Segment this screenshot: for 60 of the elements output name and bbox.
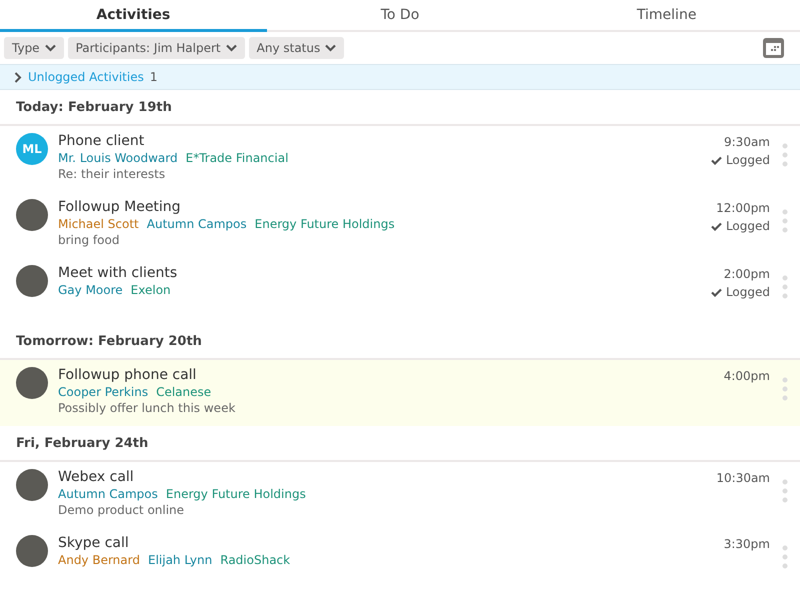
activity-time: 3:30pm [724, 537, 770, 551]
company-link[interactable]: E*Trade Financial [186, 151, 288, 165]
more-options-icon[interactable] [782, 143, 788, 167]
contact-link[interactable]: Autumn Campos [58, 487, 158, 501]
contact-link[interactable]: Cooper Perkins [58, 385, 148, 399]
contact-link[interactable]: Autumn Campos [146, 217, 247, 231]
unlogged-count: 1 [150, 70, 158, 84]
contact-link[interactable]: Elijah Lynn [148, 553, 212, 567]
activity-time: 9:30am [724, 135, 770, 149]
avatar-photo-placeholder [16, 265, 48, 297]
contact-link[interactable]: Michael Scott [58, 217, 139, 231]
chevron-down-icon [325, 44, 336, 52]
more-options-icon[interactable] [782, 545, 788, 569]
more-options-icon[interactable] [782, 377, 788, 401]
chevron-right-icon[interactable] [14, 72, 22, 82]
company-link[interactable]: Energy Future Holdings [254, 217, 395, 231]
avatar-photo-placeholder [16, 367, 48, 399]
more-options-icon[interactable] [782, 209, 788, 233]
activity-title: Meet with clients [58, 265, 178, 281]
calendar-icon [763, 38, 784, 58]
avatar-photo-placeholder [16, 469, 48, 501]
company-link[interactable]: Celanese [156, 385, 212, 399]
chevron-down-icon [226, 44, 237, 52]
activity-title: Followup phone call [58, 367, 198, 383]
activity-time: 2:00pm [724, 267, 770, 281]
more-options-icon[interactable] [782, 479, 788, 503]
filter-dropdown[interactable]: Participants: Jim Halpert [68, 37, 245, 59]
activity-note: bring food [58, 233, 120, 247]
company-link[interactable]: Exelon [130, 283, 171, 297]
avatar-photo-placeholder [16, 535, 48, 567]
activity-time: 10:30am [716, 471, 770, 485]
filter-dropdown[interactable]: Any status [248, 37, 344, 59]
tab[interactable]: Activities [0, 0, 267, 32]
unlogged-activities-link[interactable]: Unlogged Activities [28, 70, 144, 84]
activity-note: Re: their interests [58, 167, 166, 181]
avatar-initials: ML [16, 133, 48, 165]
filter-dropdown[interactable]: Type [4, 37, 64, 59]
calendar-button[interactable] [763, 38, 784, 58]
contact-link[interactable]: Gay Moore [58, 283, 123, 297]
logged-status: Logged [726, 219, 770, 233]
chevron-down-icon [44, 44, 56, 52]
avatar-photo-placeholder [16, 199, 48, 231]
activity-title: Webex call [58, 469, 135, 485]
activity-time: 4:00pm [724, 369, 770, 383]
logged-status: Logged [726, 285, 770, 299]
logged-status: Logged [726, 153, 770, 167]
company-link[interactable]: Energy Future Holdings [166, 487, 306, 501]
activity-row[interactable]: Followup phone call Cooper Perkins Celanese Possibly offer lunch this week 4:00pm [0, 360, 800, 426]
tab[interactable]: To Do [266, 0, 534, 32]
activity-note: Possibly offer lunch this week [58, 401, 236, 415]
activity-note: Demo product online [58, 503, 186, 517]
contact-link[interactable]: Andy Bernard [58, 553, 140, 567]
contact-link[interactable]: Mr. Louis Woodward [58, 151, 178, 165]
activity-title: Skype call [58, 535, 130, 551]
tab[interactable]: Timeline [533, 0, 800, 32]
more-options-icon[interactable] [782, 275, 788, 299]
company-link[interactable]: RadioShack [220, 553, 290, 567]
activity-time: 12:00pm [716, 201, 770, 215]
activity-title: Phone client [58, 133, 146, 149]
activity-title: Followup Meeting [58, 199, 182, 215]
